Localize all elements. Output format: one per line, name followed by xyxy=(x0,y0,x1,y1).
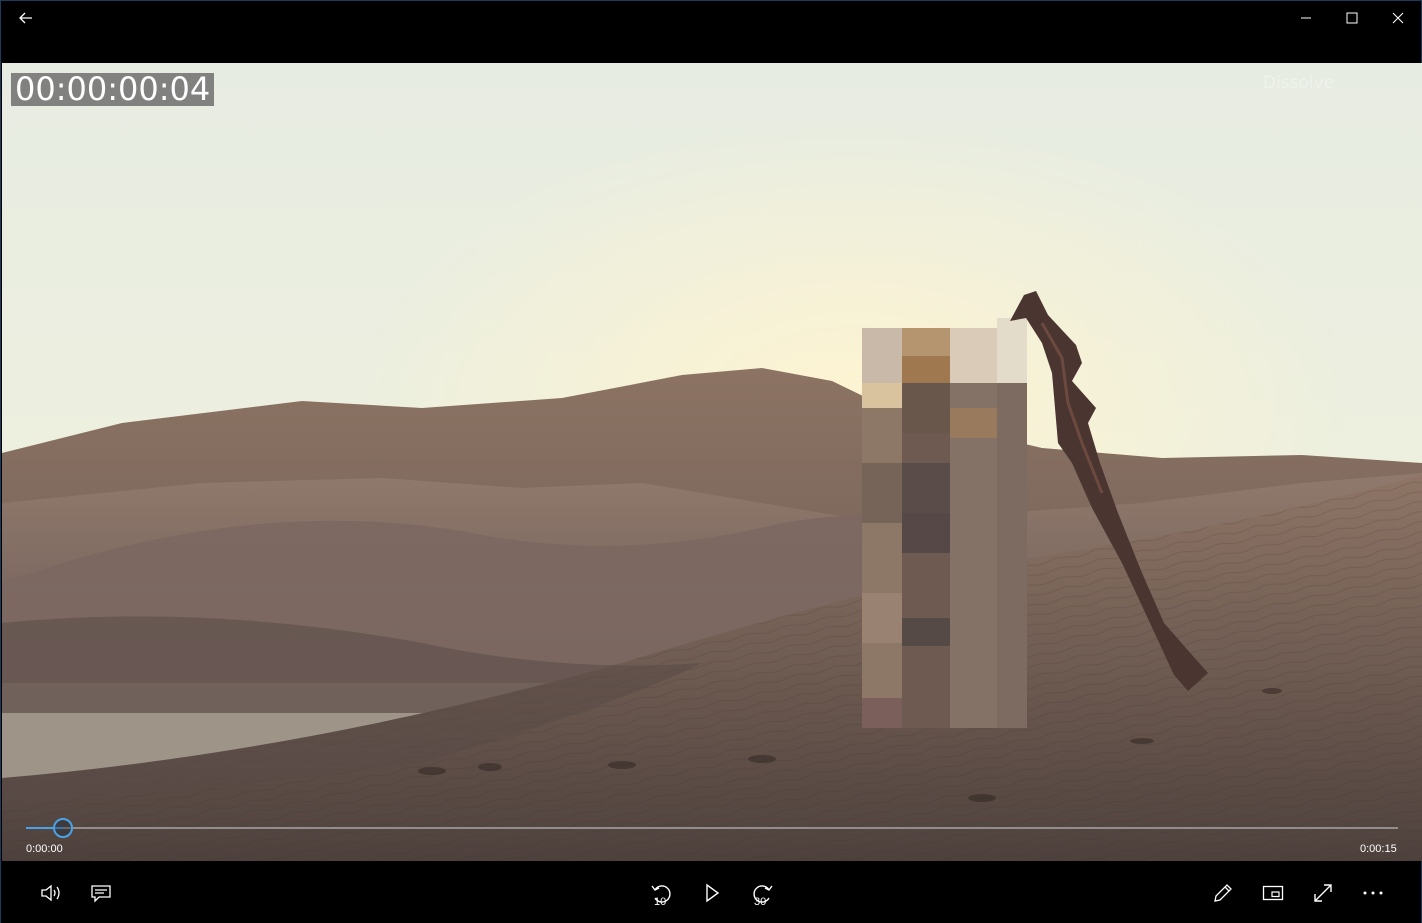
video-scene xyxy=(2,63,1422,861)
fullscreen-button[interactable] xyxy=(1299,869,1347,917)
edit-button[interactable] xyxy=(1199,869,1247,917)
minimize-icon xyxy=(1301,17,1311,18)
skip-forward-label: 30 xyxy=(754,896,767,908)
mini-view-button[interactable] xyxy=(1249,869,1297,917)
skip-back-button[interactable]: 10 xyxy=(638,869,686,917)
minimize-button[interactable] xyxy=(1283,1,1329,34)
close-button[interactable] xyxy=(1375,1,1421,34)
close-icon xyxy=(1392,12,1404,23)
elapsed-time: 0:00:00 xyxy=(26,843,63,855)
arrow-left-icon xyxy=(19,12,32,23)
title-bar xyxy=(1,1,1421,34)
play-button[interactable] xyxy=(688,869,736,917)
maximize-button[interactable] xyxy=(1329,1,1375,34)
skip-back-label: 10 xyxy=(654,896,667,908)
pixelated-figure xyxy=(862,318,1027,728)
volume-button[interactable] xyxy=(27,869,75,917)
seek-bar[interactable] xyxy=(26,827,1398,829)
total-time: 0:00:15 xyxy=(1360,843,1397,855)
mini-view-icon xyxy=(1262,885,1284,901)
more-icon xyxy=(1363,891,1383,895)
subtitles-button[interactable] xyxy=(77,869,125,917)
skip-forward-button[interactable]: 30 xyxy=(738,869,786,917)
timecode-overlay: 00:00:00:04 xyxy=(11,73,215,106)
maximize-icon xyxy=(1346,12,1358,23)
pencil-icon xyxy=(1214,884,1232,902)
video-frame[interactable] xyxy=(2,63,1422,861)
media-player-window: 00:00:00:04 Dissolve 0:00:00 0:00:15 10 … xyxy=(0,0,1422,923)
subtitles-icon xyxy=(91,885,111,903)
more-button[interactable] xyxy=(1349,869,1397,917)
control-bar: 10 30 xyxy=(1,861,1421,923)
fullscreen-icon xyxy=(1314,884,1332,902)
volume-icon xyxy=(41,884,60,902)
play-icon xyxy=(706,883,720,903)
seek-thumb[interactable] xyxy=(53,818,73,838)
back-button[interactable] xyxy=(3,1,49,34)
watermark: Dissolve xyxy=(1263,73,1335,93)
